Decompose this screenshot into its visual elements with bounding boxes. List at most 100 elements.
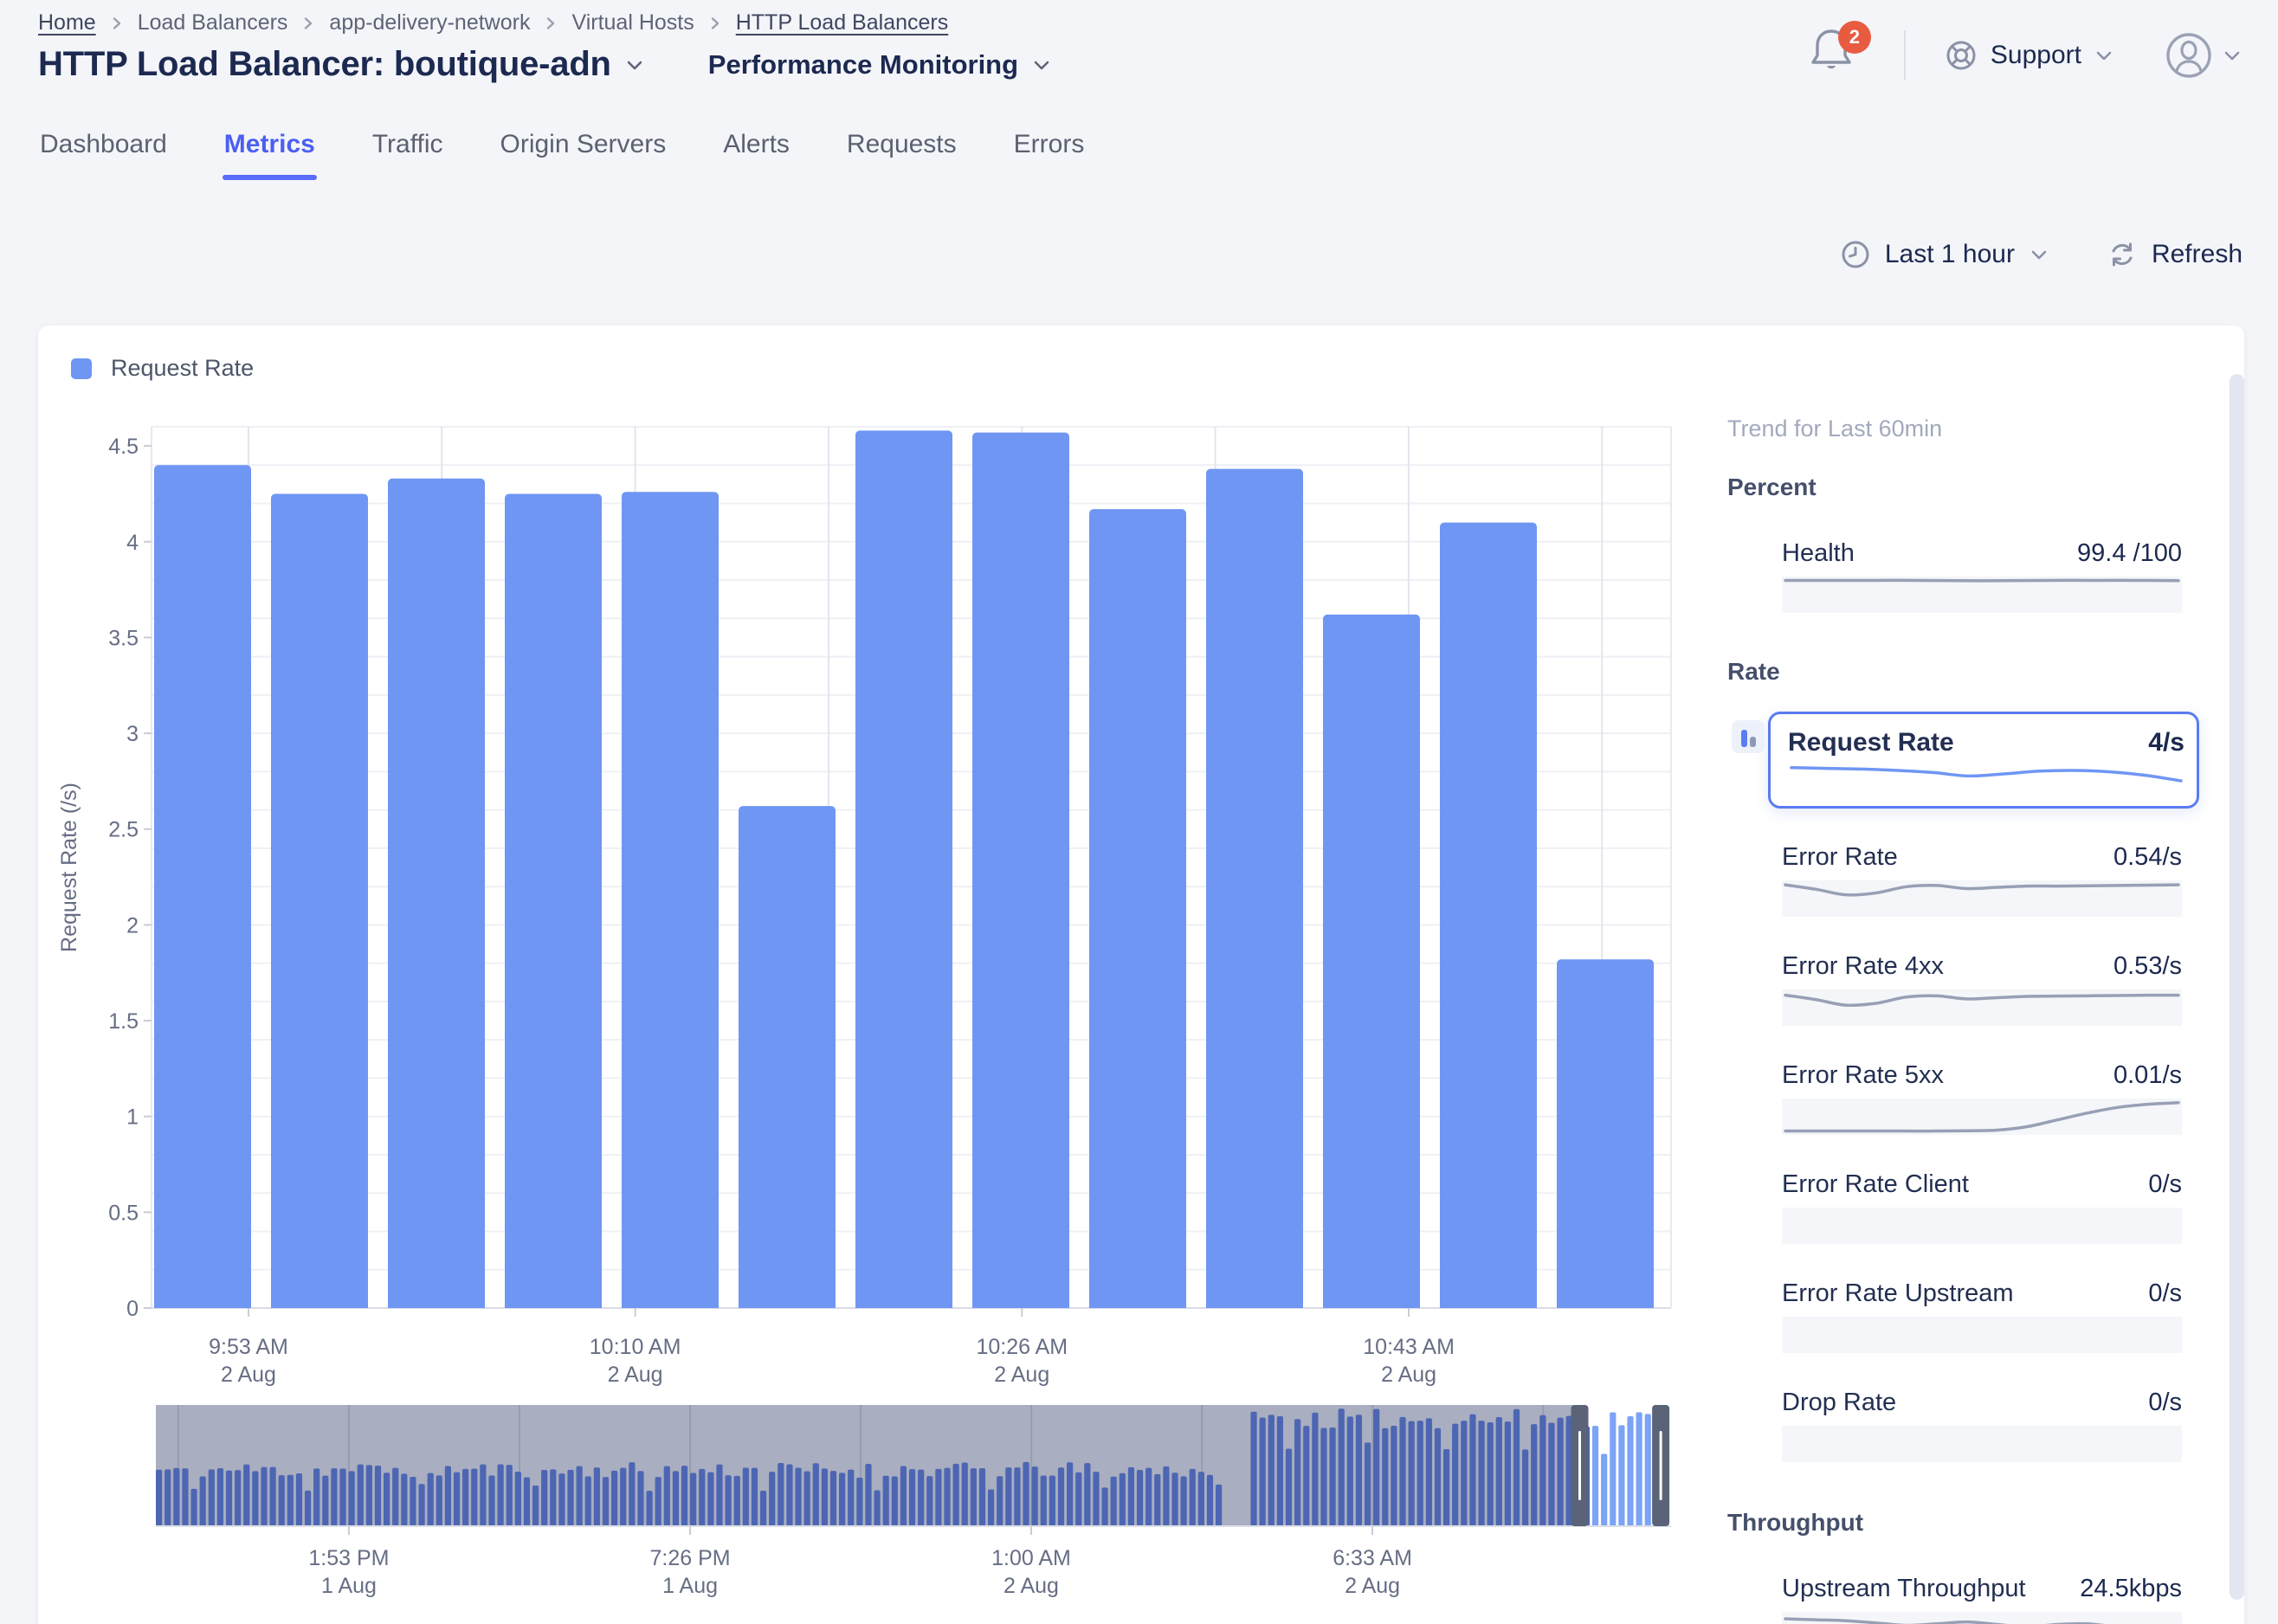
svg-text:10:26 AM: 10:26 AM [976, 1335, 1068, 1359]
svg-text:2 Aug: 2 Aug [994, 1363, 1049, 1387]
notification-badge: 2 [1838, 21, 1871, 54]
svg-text:2 Aug: 2 Aug [1003, 1574, 1059, 1598]
tab-origin-servers[interactable]: Origin Servers [499, 121, 668, 180]
metric-label: Error Rate Client [1782, 1170, 1969, 1199]
breadcrumb-home[interactable]: Home [38, 10, 96, 35]
chevron-down-icon [2222, 45, 2243, 66]
bar [154, 465, 251, 1313]
page-title[interactable]: HTTP Load Balancer: boutique-adn [38, 45, 611, 84]
metric-label: Health [1782, 539, 1855, 568]
bar-series [154, 430, 1654, 1313]
metric-row-error-rate[interactable]: Error Rate0.54/s [1727, 843, 2182, 917]
tab-requests[interactable]: Requests [845, 121, 958, 180]
svg-text:2 Aug: 2 Aug [221, 1363, 276, 1387]
bar [855, 430, 952, 1313]
time-range-selector[interactable]: Last 1 hour [1840, 239, 2049, 270]
metric-value: 0.53/s [2113, 952, 2182, 981]
metric-label: Drop Rate [1782, 1389, 1896, 1417]
metric-value: 0.01/s [2113, 1061, 2182, 1090]
bar [739, 806, 836, 1313]
metric-value: 24.5kbps [2080, 1575, 2182, 1603]
refresh-button[interactable]: Refresh [2107, 239, 2243, 270]
metric-label: Request Rate [1788, 728, 1954, 757]
bar [388, 479, 485, 1313]
tab-traffic[interactable]: Traffic [371, 121, 445, 180]
metric-sparkline [1782, 989, 2182, 1026]
account-menu[interactable] [2165, 31, 2243, 80]
y-axis-label: Request Rate (/s) [57, 783, 81, 952]
svg-text:1:53 PM: 1:53 PM [308, 1546, 389, 1570]
sidebar-section-rate: Rate [1727, 658, 2182, 686]
svg-text:0.5: 0.5 [108, 1201, 139, 1225]
svg-text:1 Aug: 1 Aug [321, 1574, 377, 1598]
chevron-down-icon [2094, 45, 2114, 66]
svg-text:4.5: 4.5 [108, 435, 139, 459]
metric-row-drop-rate[interactable]: Drop Rate0/s [1727, 1389, 2182, 1462]
breadcrumb: Home Load Balancers app-delivery-network… [38, 10, 948, 35]
metric-sparkline [1782, 577, 2182, 613]
breadcrumb-virtual-hosts[interactable]: Virtual Hosts [571, 10, 694, 35]
metric-label: Error Rate 4xx [1782, 952, 1944, 981]
bar [1089, 509, 1186, 1313]
chevron-down-icon [2029, 244, 2049, 265]
metric-sparkline [1782, 1208, 2182, 1244]
breadcrumb-namespace[interactable]: app-delivery-network [329, 10, 530, 35]
svg-text:1 Aug: 1 Aug [662, 1574, 718, 1598]
tab-alerts[interactable]: Alerts [721, 121, 791, 180]
metric-row-error-rate-4xx[interactable]: Error Rate 4xx 0.53/s [1727, 952, 2182, 1026]
bar [1557, 959, 1654, 1313]
breadcrumb-load-balancers[interactable]: Load Balancers [138, 10, 288, 35]
view-selector[interactable]: Performance Monitoring [708, 49, 1053, 81]
refresh-icon [2107, 239, 2138, 270]
life-buoy-icon [1944, 38, 1978, 73]
bar [1440, 523, 1537, 1313]
sidebar-scrollbar[interactable] [2230, 374, 2244, 1600]
bar [972, 433, 1069, 1313]
metric-value: 0/s [2148, 1170, 2182, 1199]
bar-chart-icon [1732, 720, 1765, 753]
metric-value: 4/s [2148, 728, 2184, 757]
selected-metric-card: Request Rate 4/s [1768, 712, 2199, 809]
bar [1206, 469, 1303, 1313]
svg-text:0: 0 [126, 1297, 139, 1321]
sidebar-section-throughput: Throughput [1727, 1509, 2182, 1537]
chevron-down-icon[interactable] [623, 54, 646, 76]
metric-value: 0.54/s [2113, 843, 2182, 872]
chevron-right-icon [108, 15, 126, 32]
metric-sparkline [1782, 1317, 2182, 1353]
metric-label: Upstream Throughput [1782, 1575, 2026, 1603]
metric-label: Error Rate 5xx [1782, 1061, 1944, 1090]
breadcrumb-http-load-balancers[interactable]: HTTP Load Balancers [736, 10, 949, 35]
metric-row-upstream-throughput[interactable]: Upstream Throughput 24.5kbps [1727, 1575, 2182, 1624]
svg-text:6:33 AM: 6:33 AM [1333, 1546, 1412, 1570]
active-tab-underline [223, 175, 317, 180]
svg-text:2 Aug: 2 Aug [1345, 1574, 1400, 1598]
chevron-down-icon [1030, 54, 1053, 76]
chevron-right-icon [542, 15, 559, 32]
svg-text:9:53 AM: 9:53 AM [209, 1335, 288, 1359]
notifications-button[interactable]: 2 [1809, 24, 1859, 87]
page: Home Load Balancers app-delivery-network… [0, 0, 2278, 1624]
tab-metrics[interactable]: Metrics [223, 121, 317, 180]
chevron-right-icon [707, 15, 724, 32]
support-label: Support [1991, 41, 2081, 70]
trend-title: Trend for Last 60min [1727, 416, 2182, 442]
metric-row-health[interactable]: Health99.4 /100 [1727, 539, 2182, 613]
metric-row-error-rate-5xx[interactable]: Error Rate 5xx 0.01/s [1727, 1061, 2182, 1135]
metric-sparkline [1782, 1426, 2182, 1462]
bar [1323, 615, 1420, 1313]
time-range-label: Last 1 hour [1885, 240, 2015, 269]
support-menu[interactable]: Support [1944, 38, 2114, 73]
tab-errors[interactable]: Errors [1012, 121, 1087, 180]
svg-text:1:00 AM: 1:00 AM [991, 1546, 1071, 1570]
metric-value: 0/s [2148, 1279, 2182, 1308]
metric-row-request-rate[interactable]: Request Rate 4/s [1727, 712, 2182, 809]
metric-row-error-rate-client[interactable]: Error Rate Client 0/s [1727, 1170, 2182, 1244]
svg-text:4: 4 [126, 531, 139, 555]
chart-toolbar: Last 1 hour Refresh [1840, 239, 2243, 270]
title-row: HTTP Load Balancer: boutique-adn Perform… [38, 45, 1053, 84]
tab-dashboard[interactable]: Dashboard [38, 121, 169, 180]
metric-row-error-rate-upstream[interactable]: Error Rate Upstream0/s [1727, 1279, 2182, 1353]
metrics-sidebar: Trend for Last 60min PercentHealth99.4 /… [1727, 325, 2182, 1624]
svg-text:3: 3 [126, 722, 139, 746]
